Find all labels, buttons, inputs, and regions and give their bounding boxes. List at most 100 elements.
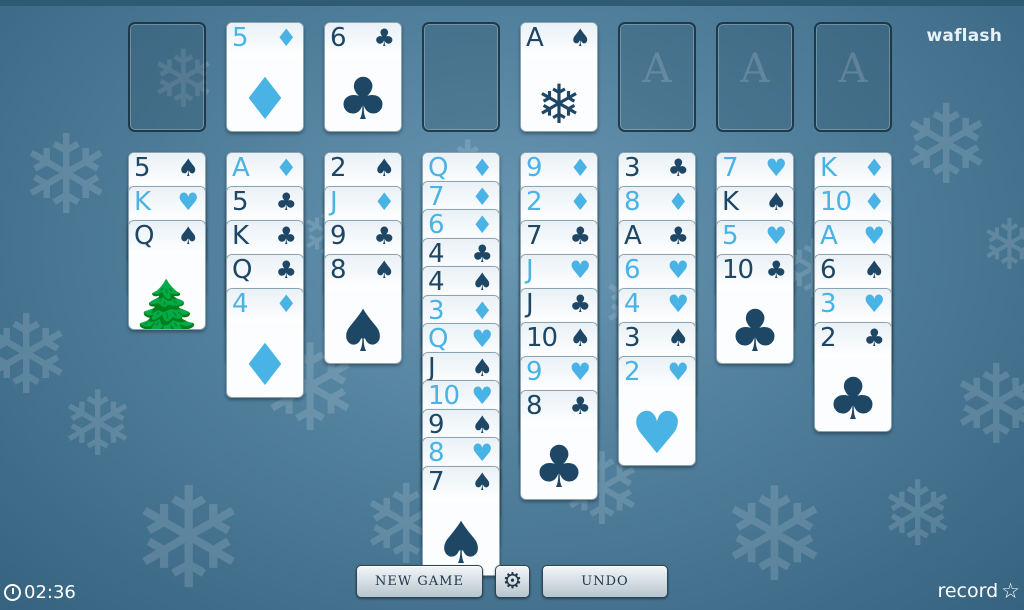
card-rank: K [232, 221, 249, 251]
card-suit-icon: ♦ [471, 182, 493, 211]
background-snowflake-icon: ❄ [950, 341, 1024, 469]
card-suit-icon: ♣ [765, 256, 787, 284]
playing-card[interactable]: 8 ♠ ♠ [324, 254, 402, 364]
card-suit-icon: ♠ [177, 154, 199, 182]
card-suit-icon: ♦ [373, 188, 395, 216]
card-rank: 4 [624, 289, 641, 319]
playing-card[interactable]: 2 ♣ ♣ [814, 322, 892, 432]
card-center-suit-icon: ♠ [435, 508, 487, 576]
playing-card[interactable]: A ♠ ❄ [520, 22, 598, 132]
card-suit-icon: ♥ [667, 290, 689, 318]
playing-card[interactable]: 7 ♠ ♠ [422, 465, 500, 576]
foundation-slot[interactable]: A [618, 22, 696, 132]
card-rank: 10 [820, 187, 852, 217]
card-suit-icon: ♦ [471, 211, 493, 239]
gear-icon[interactable]: ⚙ [495, 565, 530, 598]
playing-card[interactable]: 4 ♦ ♦ [226, 288, 304, 398]
card-suit-icon: ♥ [569, 256, 591, 284]
star-icon: ☆ [1001, 579, 1020, 603]
brand-logo[interactable]: waflash [927, 26, 1003, 46]
card-rank: 10 [722, 255, 754, 285]
playing-card[interactable]: 5 ♦ ♦ [226, 22, 304, 132]
card-suit-icon: ♥ [765, 222, 787, 250]
card-rank: Q [428, 153, 448, 183]
playing-card[interactable]: 6 ♣ ♣ [324, 22, 402, 132]
card-rank: 6 [820, 255, 837, 285]
card-center-suit-icon: ♣ [729, 297, 781, 364]
card-rank: 9 [526, 357, 543, 387]
background-snowflake-icon: ❄ [900, 81, 993, 209]
card-rank: J [526, 289, 534, 319]
card-suit-icon: ♦ [471, 154, 493, 182]
card-suit-icon: ♣ [569, 222, 591, 250]
card-rank: 8 [330, 255, 347, 285]
card-rank: A [232, 153, 250, 183]
foundation-placeholder: A [740, 46, 770, 92]
card-suit-icon: ♥ [667, 358, 689, 386]
card-rank: Q [134, 221, 154, 251]
card-suit-icon: ♠ [863, 256, 885, 284]
record-button[interactable]: record ☆ [937, 579, 1020, 603]
card-suit-icon: ♦ [667, 188, 689, 216]
card-suit-icon: ♠ [471, 353, 493, 382]
card-rank: 4 [428, 267, 445, 297]
card-suit-icon: ♣ [667, 154, 689, 182]
new-game-button[interactable]: NEW GAME [356, 565, 483, 598]
foundation-slot[interactable]: A [814, 22, 892, 132]
card-rank: 9 [428, 409, 445, 440]
card-rank: J [526, 255, 534, 285]
playing-card[interactable]: 2 ♥ ♥ [618, 356, 696, 466]
timer-value: 02:36 [24, 582, 76, 603]
card-rank: A [820, 221, 838, 251]
card-rank: Q [428, 324, 448, 354]
card-suit-icon: ♣ [569, 392, 591, 420]
card-suit-icon: ♥ [471, 382, 493, 410]
card-rank: 10 [428, 381, 460, 411]
card-center-suit-icon: ♠ [337, 297, 389, 364]
playing-card[interactable]: 10 ♣ ♣ [716, 254, 794, 364]
card-suit-icon: ♥ [569, 358, 591, 386]
card-suit-icon: ♣ [373, 222, 395, 250]
card-rank: 9 [330, 221, 347, 251]
free-cell-slot[interactable] [128, 22, 206, 132]
card-rank: J [330, 187, 338, 217]
card-suit-icon: ♣ [373, 24, 395, 52]
card-rank: 2 [820, 323, 837, 353]
background-snowflake-icon: ❄ [130, 458, 248, 610]
background-snowflake-icon: ❄ [880, 462, 956, 567]
card-rank: 6 [428, 210, 445, 240]
card-center-suit-icon: ♦ [239, 65, 291, 132]
card-center-suit-icon: ♣ [827, 365, 879, 432]
card-rank: 7 [526, 221, 543, 251]
card-suit-icon: ♠ [667, 324, 689, 352]
card-rank: 7 [428, 181, 445, 212]
card-rank: 2 [526, 187, 543, 217]
card-suit-icon: ♠ [471, 410, 493, 439]
playing-card[interactable]: 8 ♣ ♣ [520, 390, 598, 500]
card-rank: 6 [330, 23, 347, 53]
foundation-placeholder: A [642, 46, 672, 92]
background-snowflake-icon: ❄ [0, 291, 73, 419]
card-suit-icon: ♠ [373, 154, 395, 182]
card-suit-icon: ♣ [863, 324, 885, 352]
card-rank: A [526, 23, 544, 53]
card-rank: K [820, 153, 837, 183]
card-rank: J [428, 352, 436, 383]
snowflake-art-icon: ❄ [536, 73, 582, 132]
card-rank: 5 [232, 23, 249, 53]
card-rank: K [722, 187, 739, 217]
card-suit-icon: ♦ [569, 188, 591, 216]
card-rank: 2 [624, 357, 641, 387]
undo-button[interactable]: UNDO [542, 565, 668, 598]
card-rank: 4 [428, 238, 445, 269]
card-rank: 7 [428, 466, 445, 497]
card-suit-icon: ♦ [471, 296, 493, 325]
free-cell-slot[interactable] [422, 22, 500, 132]
foundation-slot[interactable]: A [716, 22, 794, 132]
card-suit-icon: ♦ [275, 154, 297, 182]
card-suit-icon: ♠ [471, 268, 493, 296]
playing-card[interactable]: Q ♠ 🌲 [128, 220, 206, 330]
card-rank: 8 [624, 187, 641, 217]
card-rank: A [624, 221, 642, 251]
card-rank: 5 [232, 187, 249, 217]
